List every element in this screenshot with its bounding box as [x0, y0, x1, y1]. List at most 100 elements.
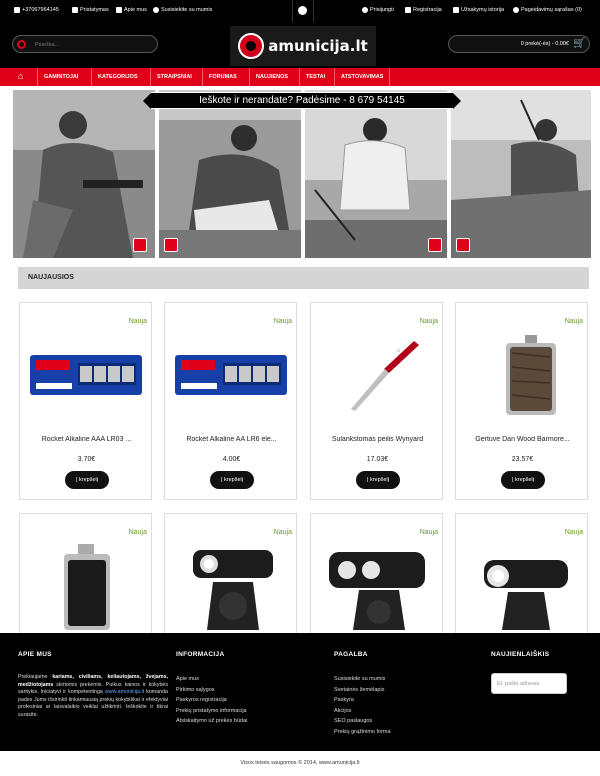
- product-card[interactable]: Nauja: [19, 513, 152, 633]
- product-card[interactable]: Nauja Gertuvė Dan Wood Barmore... 23.57€…: [455, 302, 588, 500]
- document-icon: [116, 7, 122, 13]
- product-name[interactable]: Rocket Alkaline AAA LR03 ...: [24, 436, 149, 443]
- footer-link[interactable]: Pirkimo sąlygos: [176, 685, 247, 696]
- footer-link[interactable]: SEO paslaugos: [334, 716, 391, 727]
- cart-button[interactable]: 0 prekė(-ės) - 0.00€ 🛒: [448, 35, 590, 53]
- footer-link[interactable]: Apie mus: [176, 674, 247, 685]
- product-image[interactable]: [319, 542, 436, 632]
- footer-about-text: Prekiaujame kariams, civiliams, keliauto…: [18, 674, 169, 718]
- badge-icon: [428, 238, 442, 252]
- product-name[interactable]: Rocket Alkaline AA LR6 ele...: [169, 436, 294, 443]
- product-card[interactable]: Nauja: [455, 513, 588, 633]
- footer-link[interactable]: Prekių grąžinimo forma: [334, 727, 391, 738]
- product-card[interactable]: Nauja: [164, 513, 297, 633]
- delivery-link[interactable]: Pristatymas: [72, 7, 109, 13]
- product-price: 17.03€: [366, 456, 389, 463]
- badge-icon: [133, 238, 147, 252]
- heart-icon: [513, 7, 519, 13]
- product-card[interactable]: Nauja Rocket Alkaline AA LR6 ele... 4.00…: [164, 302, 297, 500]
- footer: APIE MUS Prekiaujame kariams, civiliams,…: [0, 633, 600, 751]
- new-badge: Nauja: [564, 318, 583, 325]
- footer-info: INFORMACIJA Apie mus Pirkimo sąlygos Pas…: [176, 651, 247, 727]
- globe-icon[interactable]: [298, 6, 307, 15]
- search-input[interactable]: [35, 39, 145, 50]
- add-to-cart-button[interactable]: Į krepšelį: [65, 471, 109, 489]
- footer-link[interactable]: Svetainės žemėlapis: [334, 685, 391, 696]
- login-link[interactable]: Prisijungti: [362, 7, 394, 13]
- product-image[interactable]: [464, 542, 581, 632]
- footer-news-title: NAUJIENLAIŠKIS: [491, 651, 550, 658]
- nav-item-naujienos[interactable]: NAUJIENOS: [249, 68, 288, 86]
- product-price: 23.57€: [511, 456, 534, 463]
- new-badge: Nauja: [273, 529, 292, 536]
- footer-info-title: INFORMACIJA: [176, 651, 225, 658]
- home-icon[interactable]: ⌂: [18, 72, 27, 81]
- section-title: NAUJAUSIOS: [28, 274, 74, 281]
- new-badge: Nauja: [273, 318, 292, 325]
- nav-item-straipsniai[interactable]: STRAIPSNIAI: [150, 68, 192, 86]
- product-image[interactable]: [28, 333, 145, 415]
- contact-link[interactable]: Susisiekite su mumis: [153, 7, 212, 13]
- product-card[interactable]: Nauja Rocket Alkaline AAA LR03 ... 3.70€…: [19, 302, 152, 500]
- footer-link[interactable]: Atsiskaitymo už prekes būdai: [176, 716, 247, 727]
- footer-help: PAGALBA Susisiekite su mumis Svetainės ž…: [334, 651, 391, 737]
- arrow-right-icon: [405, 7, 411, 13]
- newsletter-email-input[interactable]: El. pašto adresas: [491, 673, 567, 694]
- footer-link[interactable]: Paskyros registracija: [176, 695, 247, 706]
- product-image[interactable]: [173, 542, 290, 632]
- phone-link[interactable]: +37067964145: [14, 7, 59, 13]
- add-to-cart-button[interactable]: Į krepšelį: [356, 471, 400, 489]
- nav-item-atstovavimas[interactable]: ATSTOVAVIMAS: [334, 68, 391, 86]
- copyright-text: Visos teisės saugomos © 2014, www.amunic…: [0, 751, 600, 776]
- product-card[interactable]: Nauja: [310, 513, 443, 633]
- product-image[interactable]: [28, 542, 145, 632]
- search-box[interactable]: [12, 35, 158, 53]
- hero-banner[interactable]: Ieškote ir nerandate? Padėsime - 8 679 5…: [13, 90, 591, 258]
- footer-link[interactable]: Paskyra: [334, 695, 391, 706]
- cart-icon: 🛒: [573, 38, 586, 49]
- main-nav: ⌂ GAMINTOJAI KATEGORIJOS STRAIPSNIAI FOR…: [0, 68, 600, 86]
- add-to-cart-button[interactable]: Į krepšelį: [501, 471, 545, 489]
- nav-item-forumas[interactable]: FORUMAS: [202, 68, 237, 86]
- section-header: NAUJAUSIOS: [18, 267, 589, 289]
- search-icon[interactable]: [17, 40, 26, 49]
- product-image[interactable]: [464, 333, 581, 415]
- footer-help-title: PAGALBA: [334, 651, 368, 658]
- add-to-cart-button[interactable]: Į krepšelį: [210, 471, 254, 489]
- product-price: 4.00€: [222, 456, 241, 463]
- user-icon: [362, 7, 368, 13]
- product-name[interactable]: Gertuvė Dan Wood Barmore...: [460, 436, 585, 443]
- nav-item-testai[interactable]: TESTAI: [299, 68, 325, 86]
- logo-text: amunicija.lt: [268, 37, 368, 55]
- product-image[interactable]: [319, 333, 436, 415]
- product-card[interactable]: Nauja Sulankstomas peilis Wynyard 17.03€…: [310, 302, 443, 500]
- nav-item-gamintojai[interactable]: GAMINTOJAI: [37, 68, 78, 86]
- footer-about-link[interactable]: www.amunicija.lt: [105, 689, 144, 695]
- product-price: 3.70€: [77, 456, 96, 463]
- new-badge: Nauja: [564, 529, 583, 536]
- product-image[interactable]: [173, 333, 290, 415]
- wishlist-link[interactable]: Pageidavimų sąrašas (0): [513, 7, 582, 13]
- orders-link[interactable]: Užsakymų istorija: [453, 7, 504, 13]
- footer-newsletter: NAUJIENLAIŠKIS: [491, 651, 549, 674]
- divider: [313, 0, 314, 22]
- about-link[interactable]: Apie mus: [116, 7, 147, 13]
- cart-summary: 0 prekė(-ės) - 0.00€: [520, 41, 569, 47]
- footer-link[interactable]: Akcijos: [334, 706, 391, 717]
- footer-link[interactable]: Susisiekite su mumis: [334, 674, 391, 685]
- chat-icon: [153, 7, 159, 13]
- nav-item-kategorijos[interactable]: KATEGORIJOS: [91, 68, 138, 86]
- hero-banner-text: Ieškote ir nerandate? Padėsime - 8 679 5…: [143, 92, 461, 109]
- document-icon: [453, 7, 459, 13]
- hero-photo-fisherman: [305, 90, 447, 258]
- register-link[interactable]: Registracija: [405, 7, 442, 13]
- new-badge: Nauja: [419, 529, 438, 536]
- product-name[interactable]: Sulankstomas peilis Wynyard: [315, 436, 440, 443]
- site-logo[interactable]: amunicija.lt: [230, 26, 376, 66]
- hero-photo-hunter: [451, 90, 591, 258]
- new-badge: Nauja: [419, 318, 438, 325]
- hero-photo-soldier: [13, 90, 155, 258]
- footer-link[interactable]: Prekių pristatymo informacija: [176, 706, 247, 717]
- new-badge: Nauja: [128, 529, 147, 536]
- footer-about-title: APIE MUS: [18, 651, 52, 658]
